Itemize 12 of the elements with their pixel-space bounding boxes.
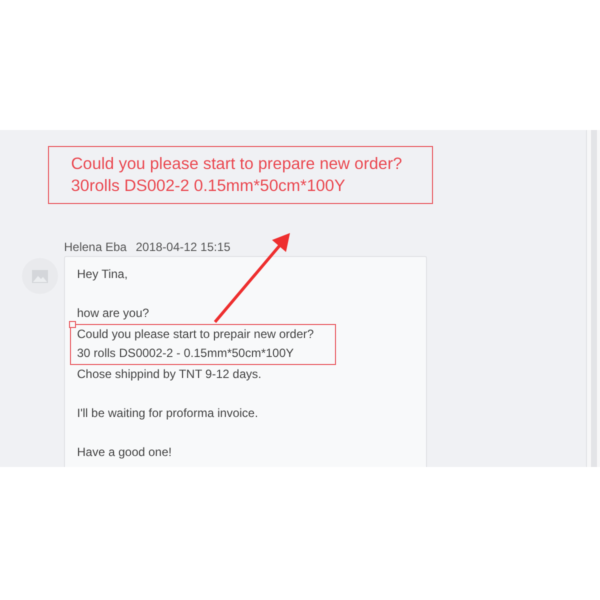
scrollbar[interactable] — [586, 130, 600, 467]
annotation-text: Could you please start to prepare new order? 30rolls DS002-2 0.15mm*50cm*100Y — [71, 154, 404, 197]
message-line: Have a good one! — [77, 444, 173, 460]
message-line: 30 rolls DS0002-2 - 0.15mm*50cm*100Y — [77, 345, 295, 362]
message-line: Chose shippind by TNT 9-12 days. — [77, 366, 262, 382]
image-placeholder-icon — [32, 270, 48, 282]
message-time: 2018-04-12 15:15 — [136, 240, 230, 256]
sender-name: Helena Eba — [64, 240, 127, 256]
message-line: how are you? — [77, 305, 150, 322]
message-line: Could you please start to prepair new order? — [77, 326, 315, 342]
message-line: Hey Tina, — [77, 266, 129, 283]
message-line: I'll be waiting for proforma invoice. — [77, 404, 260, 422]
